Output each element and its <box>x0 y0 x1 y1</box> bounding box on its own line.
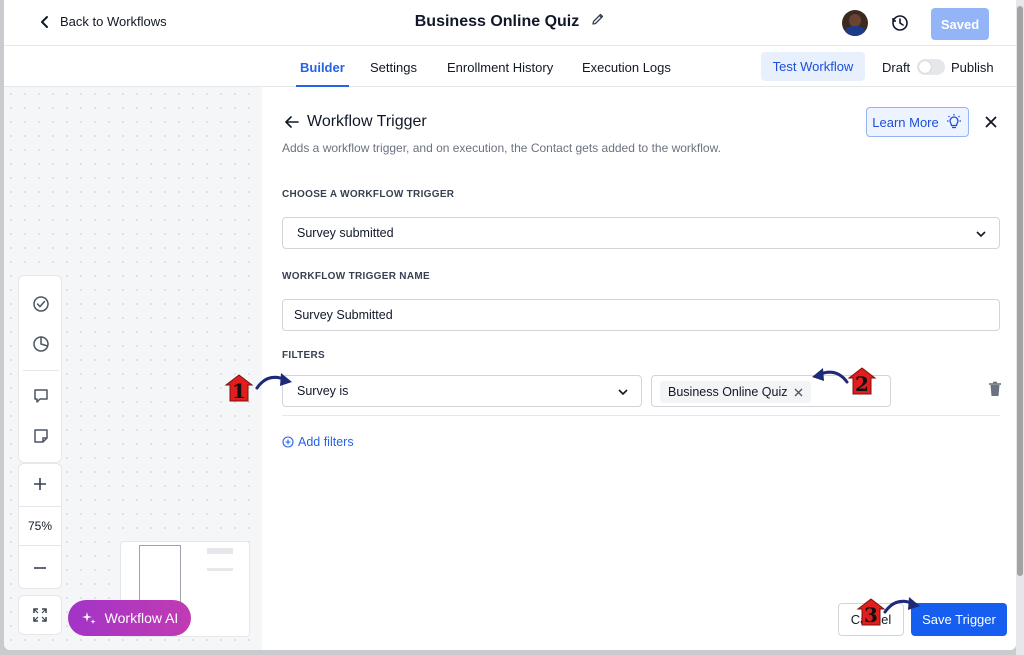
annotation-marker-1: 1 <box>224 373 254 403</box>
edit-title-button[interactable] <box>591 12 605 31</box>
minus-icon <box>34 567 46 569</box>
tab-builder[interactable]: Builder <box>296 60 349 87</box>
trigger-name-input[interactable]: Survey Submitted <box>282 299 1000 331</box>
minimap-node <box>207 568 233 571</box>
tab-enrollment-history[interactable]: Enrollment History <box>447 60 553 75</box>
workflow-title: Business Online Quiz <box>414 12 580 30</box>
close-icon[interactable] <box>984 115 998 129</box>
minimap-node <box>207 548 233 554</box>
arrow-left-icon[interactable] <box>284 114 300 130</box>
canvas-toolbox <box>18 275 62 463</box>
workflow-canvas[interactable]: 75% Workflow AI <box>4 87 262 650</box>
annotation-arrow-1-icon <box>255 373 292 390</box>
filter-field-value: Survey is <box>297 384 349 398</box>
plus-circle-icon <box>282 436 294 448</box>
plus-icon <box>34 478 46 490</box>
page-scrollbar[interactable] <box>1016 0 1024 655</box>
learn-more-label: Learn More <box>872 114 939 130</box>
pencil-icon <box>592 13 604 25</box>
zoom-in-button[interactable] <box>19 464 61 504</box>
draft-label: Draft <box>882 60 911 75</box>
filter-value-chip: Business Online Quiz <box>660 381 811 403</box>
panel-description: Adds a workflow trigger, and on executio… <box>282 141 721 155</box>
tabs-bar: Builder Settings Enrollment History Exec… <box>4 46 1016 87</box>
panel-title: Workflow Trigger <box>307 113 427 130</box>
lightbulb-icon <box>946 114 961 129</box>
tab-execution-logs[interactable]: Execution Logs <box>582 60 671 75</box>
annotation-arrow-2-icon <box>812 368 849 384</box>
learn-more-button[interactable]: Learn More <box>866 107 969 137</box>
trigger-select-label: CHOOSE A WORKFLOW TRIGGER <box>282 189 455 200</box>
publish-label: Publish <box>951 60 994 75</box>
sparkle-icon <box>81 612 96 624</box>
annotation-number: 1 <box>232 379 246 403</box>
pie-chart-icon[interactable] <box>31 334 51 354</box>
remove-chip-icon[interactable] <box>794 388 803 397</box>
workflow-ai-button[interactable]: Workflow AI <box>68 600 191 636</box>
zoom-level: 75% <box>19 506 61 546</box>
toggle-knob <box>919 61 931 73</box>
tab-settings[interactable]: Settings <box>370 60 417 75</box>
workflow-builder-app: Back to Workflows Business Online Quiz S… <box>4 0 1016 650</box>
sticky-note-icon[interactable] <box>31 426 51 446</box>
trigger-name-label: WORKFLOW TRIGGER NAME <box>282 271 430 282</box>
check-circle-icon[interactable] <box>31 294 51 314</box>
add-filters-label: Add filters <box>298 435 354 449</box>
zoom-controls: 75% <box>18 463 62 589</box>
filter-field-select[interactable]: Survey is <box>282 375 642 407</box>
user-avatar[interactable] <box>842 10 868 36</box>
add-filters-link[interactable]: Add filters <box>282 435 354 449</box>
filters-divider <box>282 415 1000 416</box>
trash-icon[interactable] <box>988 381 1002 397</box>
workflow-trigger-panel: Workflow Trigger Adds a workflow trigger… <box>262 87 1016 650</box>
saved-button[interactable]: Saved <box>931 8 989 40</box>
zoom-out-button[interactable] <box>19 548 61 588</box>
publish-toggle[interactable] <box>917 59 945 75</box>
comment-icon[interactable] <box>31 386 51 406</box>
fit-to-screen-button[interactable] <box>18 595 62 635</box>
trigger-name-value: Survey Submitted <box>294 308 393 322</box>
trigger-select-value: Survey submitted <box>297 226 394 240</box>
trigger-select[interactable]: Survey submitted <box>282 217 1000 249</box>
filters-label: FILTERS <box>282 350 326 361</box>
top-header: Back to Workflows Business Online Quiz S… <box>4 0 1016 46</box>
fit-screen-icon <box>33 608 47 622</box>
save-trigger-button[interactable]: Save Trigger <box>911 603 1007 636</box>
toolbox-divider <box>23 370 59 371</box>
annotation-arrow-3-icon <box>883 597 920 614</box>
filter-chip-label: Business Online Quiz <box>668 385 788 399</box>
test-workflow-button[interactable]: Test Workflow <box>761 52 865 81</box>
workflow-ai-label: Workflow AI <box>104 610 179 626</box>
annotation-marker-2: 2 <box>847 366 877 396</box>
chevron-down-icon <box>618 389 628 396</box>
annotation-number: 2 <box>855 372 869 396</box>
history-icon[interactable] <box>890 13 910 33</box>
scrollbar-thumb[interactable] <box>1017 6 1023 576</box>
chevron-down-icon <box>976 231 986 238</box>
avatar-suit <box>844 26 866 36</box>
